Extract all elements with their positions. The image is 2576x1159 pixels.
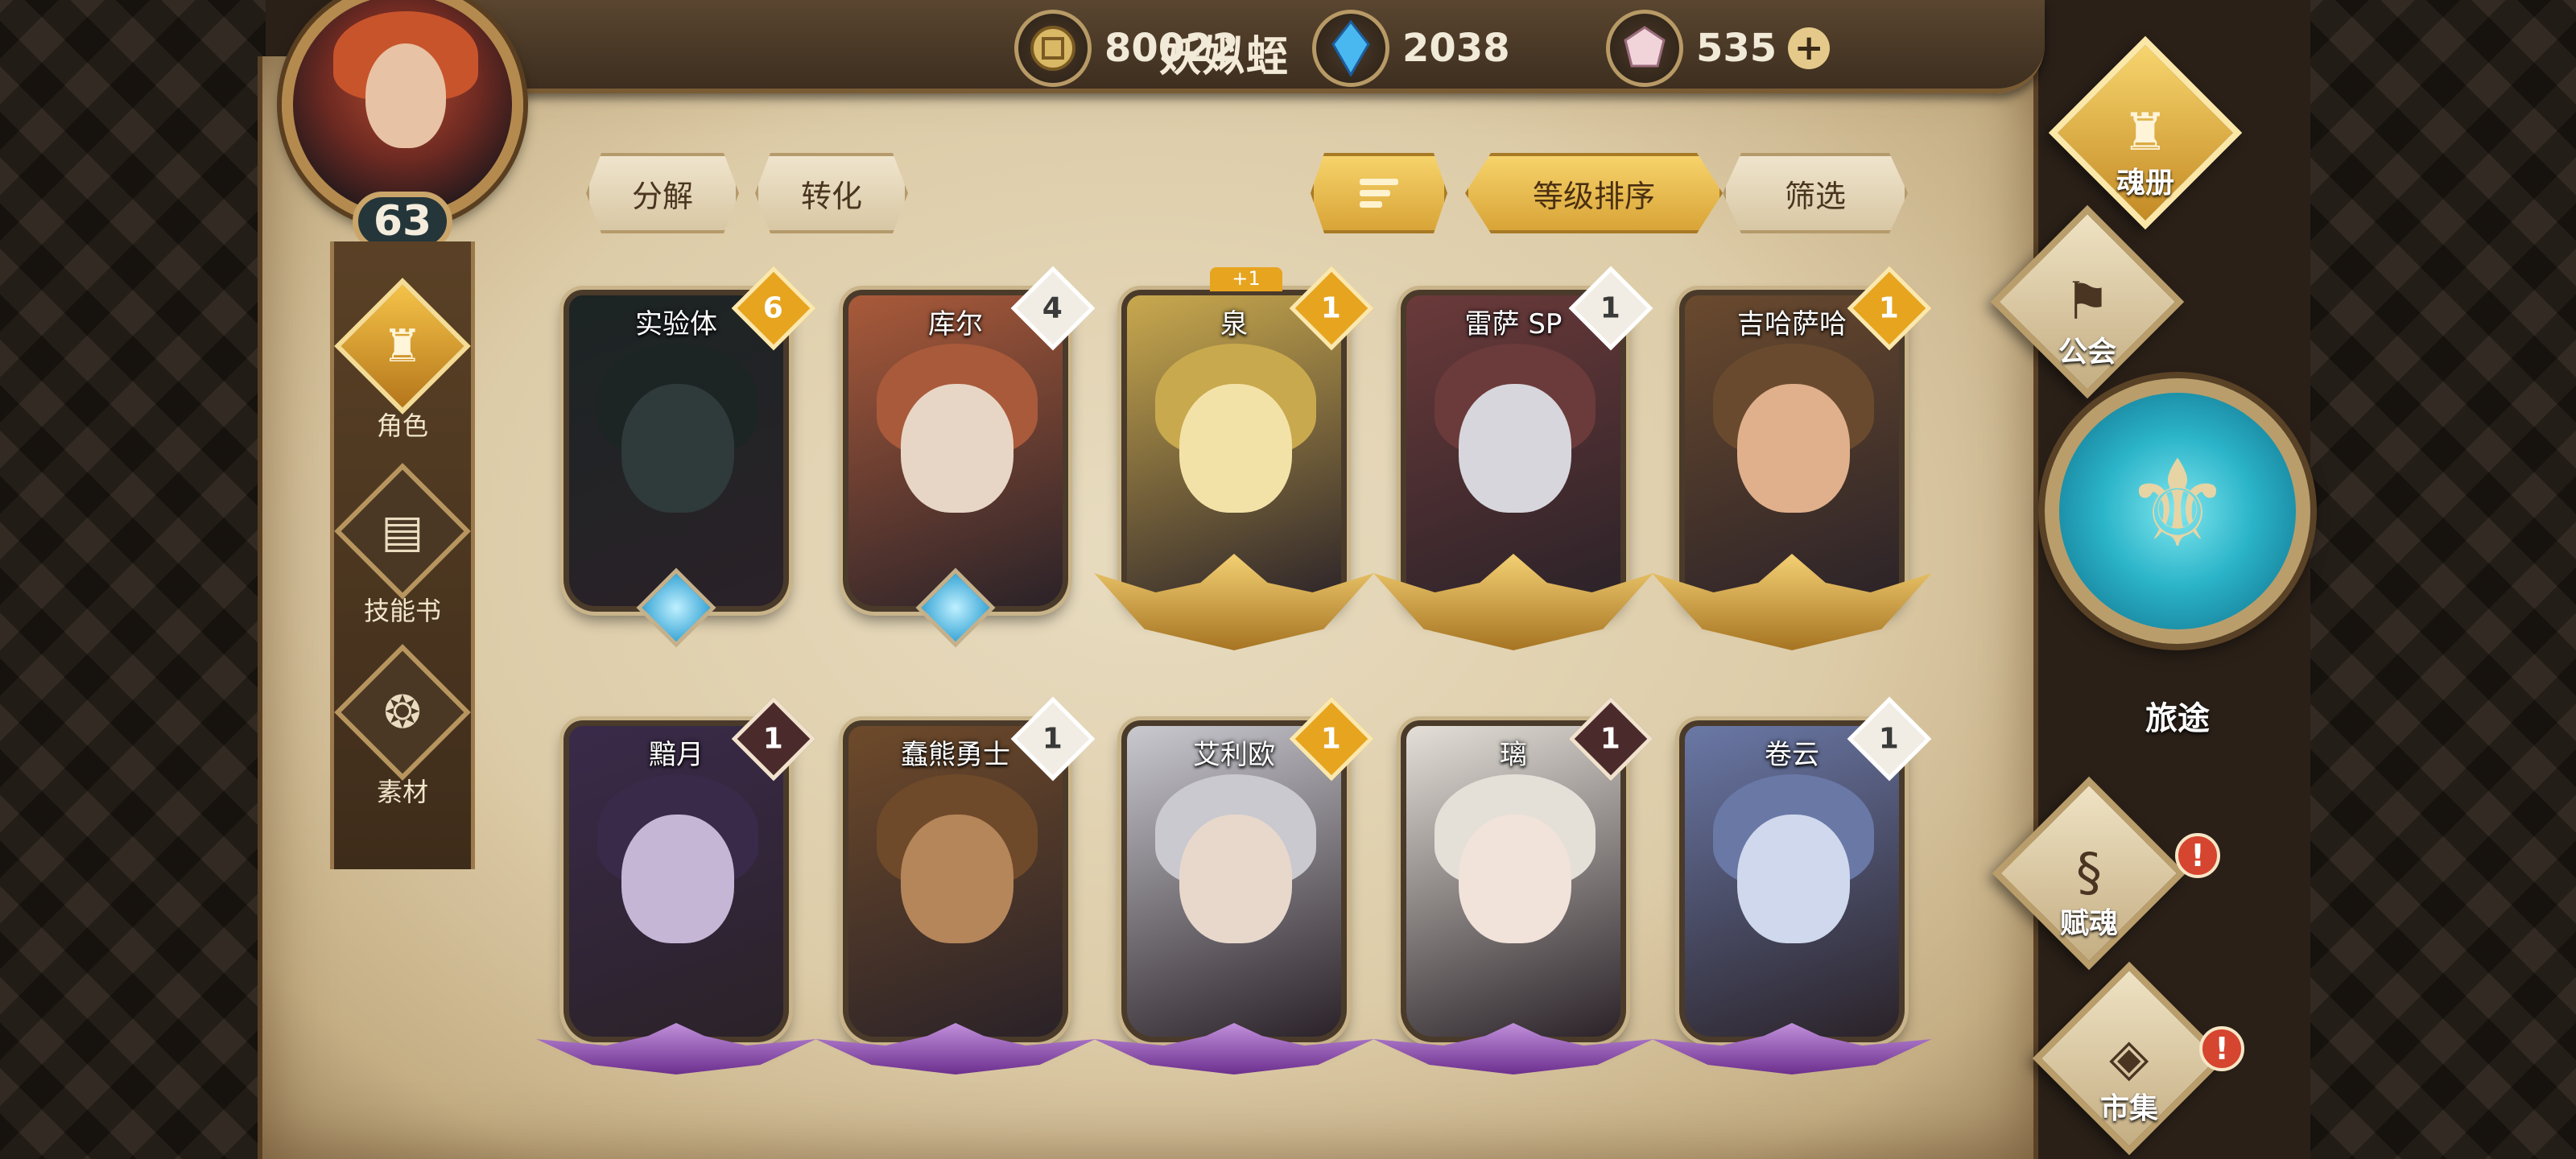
character-card[interactable]: 实验体 6 [564, 266, 816, 648]
filter-button[interactable]: 筛选 [1723, 153, 1908, 233]
character-card[interactable]: 卷云 1 [1652, 696, 1932, 1074]
gold-currency: 80022 [1014, 8, 1239, 89]
player-avatar[interactable]: 63 [266, 0, 539, 251]
decompose-button[interactable]: 分解 [586, 153, 739, 233]
left-wall-decoration [0, 0, 266, 1159]
character-card[interactable]: 蠢熊勇士 1 [815, 696, 1096, 1074]
category-skill-book[interactable]: ▤ 技能书 [334, 463, 471, 628]
sort-icon [1360, 179, 1398, 208]
character-card[interactable]: 雷萨 SP 1 [1373, 266, 1653, 650]
journey-button[interactable]: ⚜ 旅途 [2045, 378, 2310, 740]
add-gem-button[interactable]: + [1788, 27, 1831, 69]
card-portrait-frame: 卷云 [1679, 720, 1905, 1042]
category-character[interactable]: ♜ 角色 [334, 278, 471, 443]
blue-crystal-icon [1312, 10, 1389, 87]
character-card[interactable]: 黯月 1 [536, 696, 816, 1074]
character-card[interactable]: 吉哈萨哈 1 [1652, 266, 1932, 650]
flame-swirl-icon: § [2076, 843, 2102, 903]
right-wall-decoration [2310, 0, 2576, 1159]
market-alert-icon: ! [2199, 1026, 2244, 1071]
soul-book-nav[interactable]: ♜ 魂册 [2048, 35, 2243, 230]
soul-book-label: 魂册 [2116, 167, 2174, 200]
pink-gem-icon [1606, 10, 1683, 87]
market-nav[interactable]: ◈ 市集 ! [2032, 961, 2244, 1156]
endow-soul-label: 赋魂 [2059, 907, 2118, 940]
character-card[interactable]: 库尔 4 [843, 266, 1096, 648]
card-portrait-frame: 库尔 [843, 290, 1068, 612]
bonus-tab: +1 [1210, 267, 1282, 291]
sort-by-level-button[interactable]: 等级排序 [1465, 153, 1723, 233]
card-portrait-frame: 实验体 [564, 290, 789, 612]
sort-order-button[interactable] [1311, 153, 1447, 233]
guild-nav[interactable]: ⚑ 公会 [1990, 204, 2185, 399]
endow-soul-nav[interactable]: § 赋魂 ! [1992, 776, 2220, 971]
card-portrait-frame: 璃 [1401, 720, 1626, 1042]
endow-soul-alert-icon: ! [2175, 833, 2220, 878]
gold-coin-icon [1014, 10, 1092, 87]
guild-label: 公会 [2058, 336, 2116, 369]
top-status-bar: 妖姒蛭 80022 2038 535 + [451, 0, 2045, 93]
category-material[interactable]: ❂ 素材 [334, 644, 471, 809]
character-card[interactable]: 艾利欧 1 [1094, 696, 1374, 1074]
gem-currency: 535 + [1606, 8, 1831, 89]
convert-button[interactable]: 转化 [755, 153, 908, 233]
material-owl-icon: ❂ [383, 686, 422, 739]
journey-label: 旅途 [2145, 700, 2210, 737]
crystal-amount: 2038 [1402, 26, 1510, 71]
card-portrait-frame: 艾利欧 [1121, 720, 1347, 1042]
character-card[interactable]: 璃1 [1373, 696, 1653, 1074]
character-helmet-icon: ♜ [382, 320, 423, 373]
skill-book-icon: ▤ [381, 505, 424, 558]
trident-icon: ⚜ [2123, 435, 2232, 575]
category-rail: ♜ 角色 ▤ 技能书 ❂ 素材 [330, 241, 475, 869]
gem-shard-icon: ◈ [2109, 1029, 2149, 1088]
crystal-currency: 2038 [1312, 8, 1510, 89]
guild-flag-icon: ⚑ [2064, 272, 2111, 332]
card-portrait-frame: 蠢熊勇士 [843, 720, 1068, 1042]
market-label: 市集 [2099, 1092, 2158, 1125]
gold-amount: 80022 [1104, 26, 1239, 71]
character-card[interactable]: +1 泉 1 [1094, 266, 1374, 650]
soul-book-icon: ♜ [2122, 103, 2169, 163]
gem-amount: 535 [1696, 26, 1777, 71]
card-portrait-frame: 黯月 [564, 720, 789, 1042]
